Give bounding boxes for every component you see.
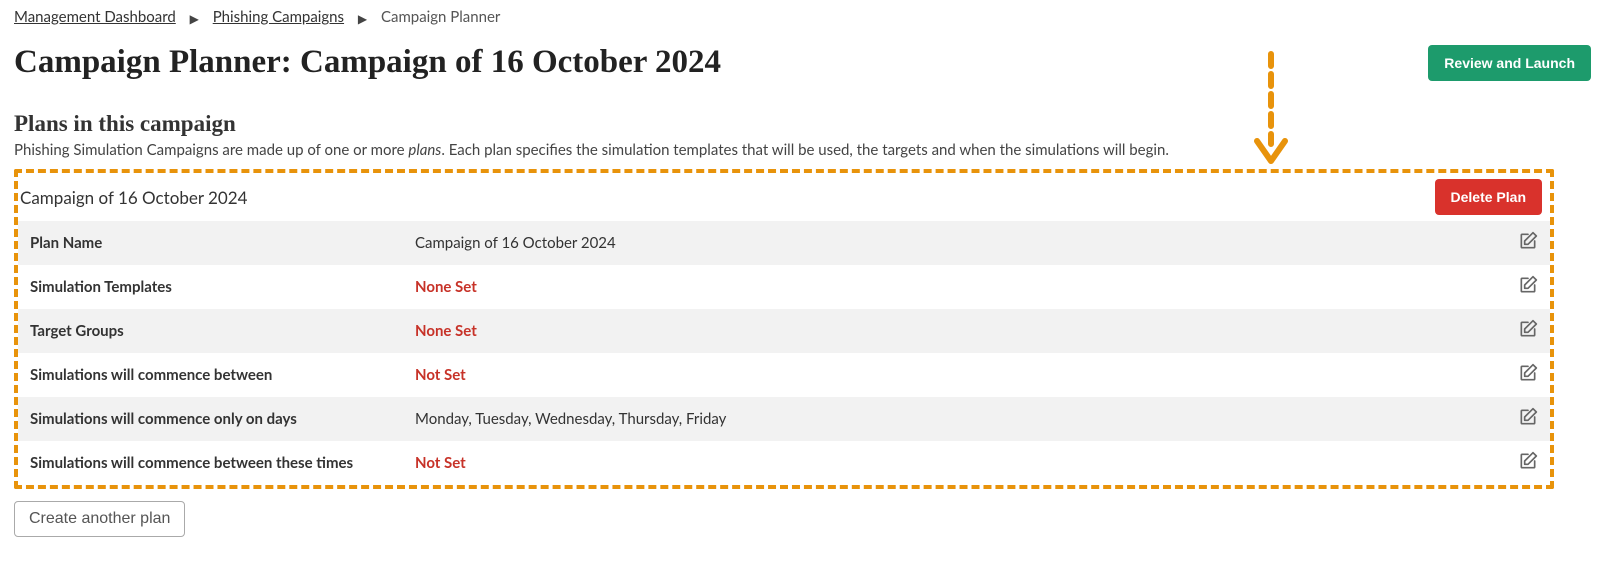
plan-row-value: Campaign of 16 October 2024: [403, 221, 1506, 265]
plan-row-label: Target Groups: [18, 309, 403, 353]
page-title: Campaign Planner: Campaign of 16 October…: [14, 44, 1428, 81]
plan-row-value: None Set: [403, 309, 1506, 353]
plan-row: Simulations will commence between these …: [18, 441, 1550, 485]
plan-row: Plan NameCampaign of 16 October 2024: [18, 221, 1550, 265]
plan-row-label: Simulations will commence between: [18, 353, 403, 397]
plan-row: Target GroupsNone Set: [18, 309, 1550, 353]
edit-icon[interactable]: [1518, 451, 1538, 471]
plan-row-value: Monday, Tuesday, Wednesday, Thursday, Fr…: [403, 397, 1506, 441]
plan-row-label: Simulations will commence only on days: [18, 397, 403, 441]
create-another-plan-button[interactable]: Create another plan: [14, 501, 185, 537]
edit-icon[interactable]: [1518, 275, 1538, 295]
plan-row-label: Plan Name: [18, 221, 403, 265]
annotation-arrow-icon: [1251, 49, 1291, 173]
breadcrumb-current: Campaign Planner: [381, 8, 500, 26]
edit-icon[interactable]: [1518, 407, 1538, 427]
breadcrumb: Management Dashboard ▶ Phishing Campaign…: [14, 8, 1591, 26]
breadcrumb-phishing-campaigns[interactable]: Phishing Campaigns: [213, 8, 344, 26]
plans-subtitle-description: Phishing Simulation Campaigns are made u…: [14, 141, 1591, 159]
plan-row-label: Simulation Templates: [18, 265, 403, 309]
plan-header-title: Campaign of 16 October 2024: [20, 187, 1435, 208]
review-and-launch-button[interactable]: Review and Launch: [1428, 45, 1591, 81]
chevron-right-icon: ▶: [358, 11, 367, 26]
plan-row-value: None Set: [403, 265, 1506, 309]
plan-row: Simulations will commence only on daysMo…: [18, 397, 1550, 441]
edit-icon[interactable]: [1518, 363, 1538, 383]
plan-row-value: Not Set: [403, 353, 1506, 397]
plan-row-value: Not Set: [403, 441, 1506, 485]
chevron-right-icon: ▶: [190, 11, 199, 26]
plan-row: Simulation TemplatesNone Set: [18, 265, 1550, 309]
edit-icon[interactable]: [1518, 231, 1538, 251]
delete-plan-button[interactable]: Delete Plan: [1435, 179, 1542, 215]
plan-row-label: Simulations will commence between these …: [18, 441, 403, 485]
edit-icon[interactable]: [1518, 319, 1538, 339]
plan-details-table: Plan NameCampaign of 16 October 2024Simu…: [18, 221, 1550, 485]
plans-subtitle: Plans in this campaign: [14, 111, 1591, 137]
plan-box-highlighted: Campaign of 16 October 2024 Delete Plan …: [14, 169, 1554, 489]
plan-row: Simulations will commence betweenNot Set: [18, 353, 1550, 397]
breadcrumb-management-dashboard[interactable]: Management Dashboard: [14, 8, 176, 26]
